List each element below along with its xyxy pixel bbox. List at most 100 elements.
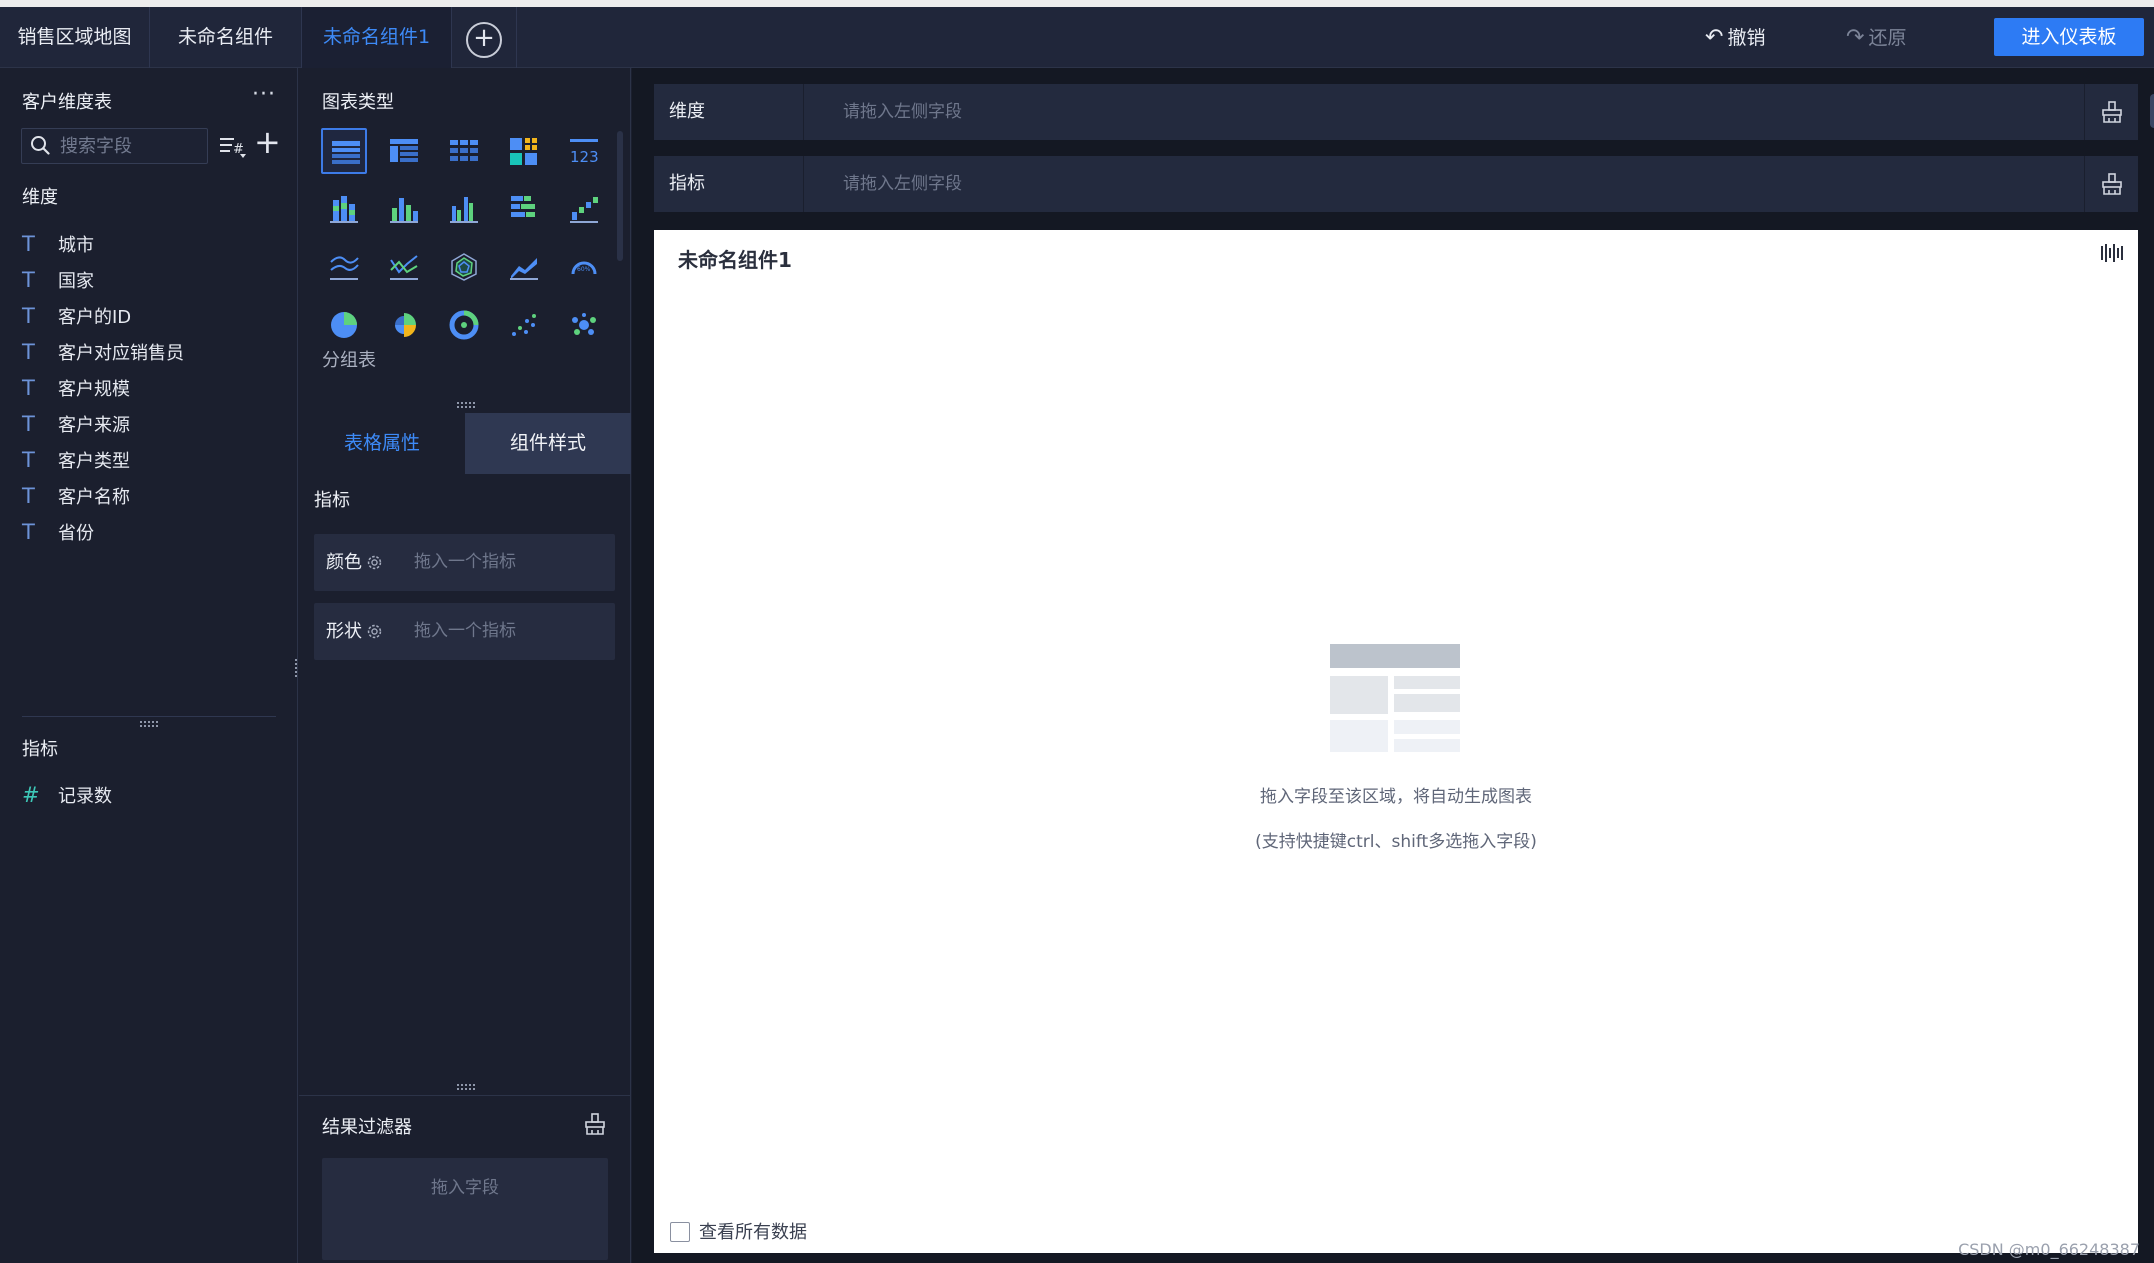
cross-table-icon[interactable] [381,128,427,174]
field-search-input[interactable] [60,133,200,159]
view-all-checkbox[interactable] [670,1222,690,1242]
shape-label: 形状 [326,621,362,642]
property-tabs: 表格属性 组件样式 [299,413,631,474]
gear-icon[interactable] [366,554,383,571]
heatmap-table-icon[interactable] [501,128,547,174]
add-tab-icon[interactable]: + [466,22,502,58]
grouped-table-icon[interactable] [321,128,367,174]
edge-collapse-handle[interactable] [2150,94,2154,128]
redo-icon: ↷ [1846,25,1865,50]
area-chart-icon[interactable] [501,244,547,290]
top-toolbar: 销售区域地图 未命名组件 未命名组件1 + ↶ 撤销 ↷ 还原 进入仪表板 [0,7,2154,68]
add-field-icon[interactable]: + [254,126,281,158]
tab-sales-region-map[interactable]: 销售区域地图 [0,7,150,68]
bubble-icon[interactable] [561,302,607,348]
dimension-shelf[interactable]: 维度 请拖入左侧字段 [654,84,2138,140]
radar-chart-icon[interactable] [441,244,487,290]
line-chart-icon[interactable] [321,244,367,290]
dimension-field-customer-name[interactable]: T 客户名称 [22,478,130,514]
dimension-shelf-placeholder: 请拖入左侧字段 [843,102,962,122]
tab-unnamed-component[interactable]: 未命名组件 [150,7,302,68]
field-search-box [21,128,208,164]
dimension-field-customer-id[interactable]: T 客户的ID [22,298,131,334]
text-type-icon: T [22,448,35,472]
tab-table-properties[interactable]: 表格属性 [299,413,465,474]
dimension-field-customer-source[interactable]: T 客户来源 [22,406,130,442]
text-type-icon: T [22,268,35,292]
chart-editor-area: 维度 请拖入左侧字段 指标 请拖入左侧字段 未命名组件1 拖入字段至该区域，将自… [632,68,2154,1263]
scatter-icon[interactable] [501,302,547,348]
number-type-icon: # [22,783,40,807]
enter-dashboard-button[interactable]: 进入仪表板 [1994,18,2144,56]
search-icon [31,136,50,155]
color-label: 颜色 [326,552,362,573]
shape-drop-zone[interactable]: 形状 拖入一个指标 [314,603,615,660]
shortcut-hint-text: (支持快捷键ctrl、shift多选拖入字段) [1255,832,1537,852]
more-options-icon[interactable]: ··· [252,82,276,107]
undo-button[interactable]: ↶ 撤销 [1705,7,1765,68]
rose-pie-icon[interactable] [381,302,427,348]
metric-field-record-count[interactable]: # 记录数 [22,777,112,813]
component-title[interactable]: 未命名组件1 [678,244,792,273]
metric-shelf-label: 指标 [654,156,804,212]
dimension-field-province[interactable]: T 省份 [22,514,94,550]
detail-table-icon[interactable] [441,128,487,174]
chart-canvas[interactable]: 未命名组件1 拖入字段至该区域，将自动生成图表 (支持快捷键ctrl、shift… [654,230,2138,1253]
text-type-icon: T [22,484,35,508]
gauge-icon[interactable]: 60% [561,244,607,290]
metric-shelf[interactable]: 指标 请拖入左侧字段 [654,156,2138,212]
field-list-panel: 客户维度表 ··· # + 维度 T城市 T国家 T客户的ID T客户对应销售员… [0,68,298,1263]
table-title: 客户维度表 [22,92,112,113]
selected-chart-name: 分组表 [322,350,376,371]
text-type-icon: T [22,340,35,364]
ring-chart-icon[interactable] [441,302,487,348]
metric-clear-button[interactable] [2084,156,2138,212]
chart-type-title: 图表类型 [322,92,394,113]
text-type-icon: T [22,232,35,256]
tab-unnamed-component-1[interactable]: 未命名组件1 [302,7,452,68]
text-type-icon: T [22,412,35,436]
chart-type-resize-handle[interactable] [457,402,475,408]
barcode-icon[interactable] [2100,244,2124,262]
text-type-icon: T [22,376,35,400]
text-type-icon: T [22,304,35,328]
filter-resize-handle[interactable] [457,1084,475,1090]
combo-line-icon[interactable] [381,244,427,290]
redo-button[interactable]: ↷ 还原 [1846,7,1906,68]
empty-table-illustration [1330,644,1460,752]
dimension-shelf-label: 维度 [654,84,804,140]
field-filter-icon[interactable]: # [218,134,248,160]
horizontal-bar-icon[interactable] [501,186,547,232]
pie-chart-icon[interactable] [321,302,367,348]
redo-label: 还原 [1868,27,1907,49]
column-chart-icon[interactable] [381,186,427,232]
chart-type-scrollbar[interactable] [617,131,623,261]
dimension-field-city[interactable]: T 城市 [22,226,94,262]
dimension-field-sales-rep[interactable]: T 客户对应销售员 [22,334,184,370]
color-drop-zone[interactable]: 颜色 拖入一个指标 [314,534,615,591]
section-divider [22,716,276,717]
text-type-icon: T [22,520,35,544]
dimension-field-customer-type[interactable]: T 客户类型 [22,442,130,478]
waterfall-icon[interactable] [561,186,607,232]
empty-hint-text: 拖入字段至该区域，将自动生成图表 [1260,787,1532,807]
kpi-number-icon[interactable]: 123 [561,128,607,174]
gear-icon[interactable] [366,623,383,640]
dimension-field-country[interactable]: T 国家 [22,262,94,298]
tab-divider [516,7,517,68]
dimension-clear-button[interactable] [2084,84,2138,140]
svg-text:60%: 60% [577,266,591,273]
dimension-field-customer-size[interactable]: T 客户规模 [22,370,130,406]
svg-text:123: 123 [570,148,599,166]
view-all-data-toggle[interactable]: 查看所有数据 [670,1218,807,1244]
clear-brush-icon [2102,101,2122,123]
grouped-column-icon[interactable] [441,186,487,232]
panel-resize-handle[interactable] [140,721,158,727]
result-filter-drop-zone[interactable]: 拖入字段 [322,1158,608,1260]
result-filter-title: 结果过滤器 [322,1117,412,1138]
shape-drop-placeholder: 拖入一个指标 [414,621,516,641]
tab-component-style[interactable]: 组件样式 [465,413,631,474]
stacked-bar-icon[interactable] [321,186,367,232]
clear-brush-icon [2102,173,2122,195]
clear-brush-icon[interactable] [583,1112,607,1136]
